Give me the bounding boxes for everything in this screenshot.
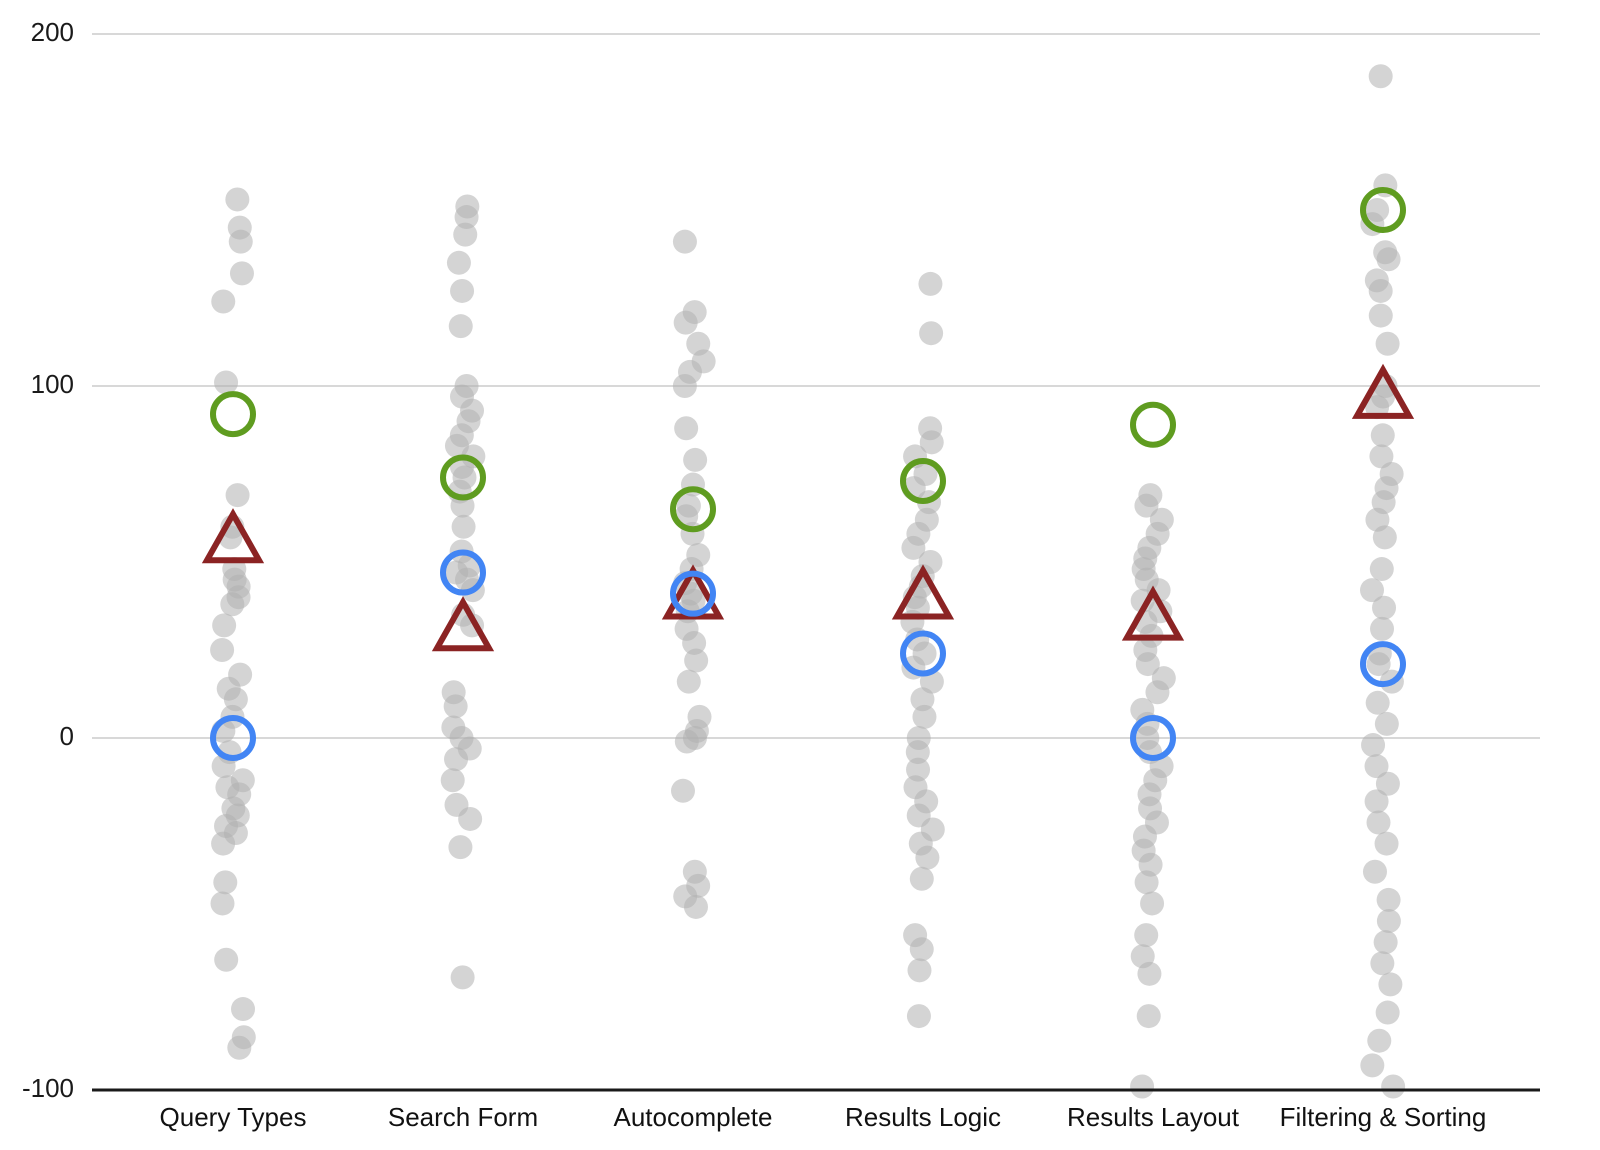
y-tick-label-0: 0 bbox=[59, 721, 74, 751]
scatter-plot-chart: 200 100 0 -100 Query Types Search Form A… bbox=[0, 0, 1600, 1150]
x-tick-label-filtering-sorting: Filtering & Sorting bbox=[1279, 1102, 1487, 1132]
gridlines bbox=[92, 33, 1540, 739]
y-tick-label-minus100: -100 bbox=[21, 1073, 74, 1103]
plot-area bbox=[92, 33, 1540, 1099]
y-tick-label-200: 200 bbox=[30, 17, 74, 47]
y-tick-label-100: 100 bbox=[30, 369, 74, 399]
data-point-dots bbox=[210, 64, 1406, 1099]
summary-markers bbox=[201, 187, 1415, 761]
